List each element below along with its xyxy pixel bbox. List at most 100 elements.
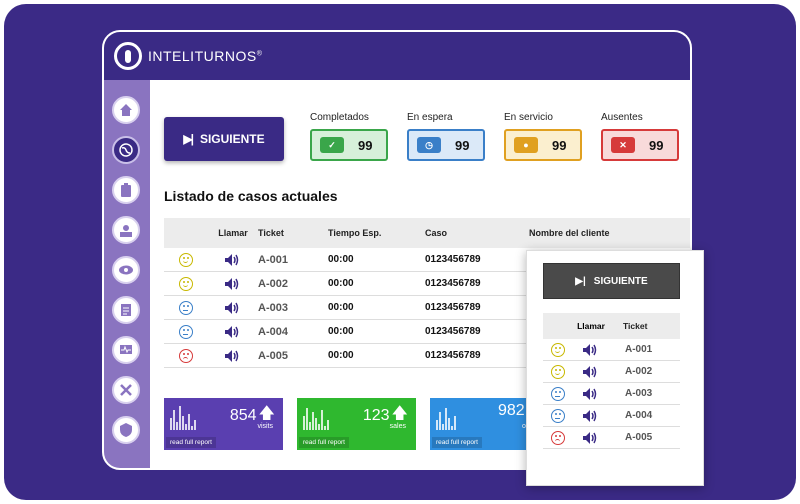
header-case: Caso	[425, 228, 448, 238]
sidebar-item-globe[interactable]	[112, 136, 140, 164]
call-button[interactable]	[573, 343, 609, 357]
sidebar-item-home[interactable]	[112, 96, 140, 124]
neutral-face-icon	[179, 324, 193, 339]
ticket-cell: A-005	[258, 349, 288, 362]
ticket-cell: A-002	[625, 366, 653, 377]
stat-value: 99	[649, 137, 664, 153]
stat-value: 99	[552, 137, 567, 153]
happy-face-icon	[551, 364, 565, 379]
speaker-icon[interactable]	[582, 409, 600, 423]
ticket-cell: A-001	[625, 344, 653, 355]
tools-icon	[120, 384, 132, 396]
skip-next-icon: ▶|	[575, 275, 586, 287]
overlay-table-row[interactable]: A-005	[543, 427, 680, 449]
call-button[interactable]	[573, 387, 609, 401]
read-report-link[interactable]: read full report	[432, 437, 482, 448]
card-value: 982	[498, 402, 525, 419]
call-button[interactable]	[208, 349, 258, 363]
speaker-icon[interactable]	[224, 301, 242, 315]
call-button[interactable]	[208, 325, 258, 339]
logo-icon	[114, 42, 142, 70]
stat-absent: Ausentes ✕ 99	[601, 112, 679, 161]
sad-face-icon	[551, 430, 565, 445]
stat-card-sales: 123 🡅 sales read full report	[297, 398, 416, 450]
bar-chart-icon	[436, 408, 456, 430]
eye-icon	[119, 265, 133, 275]
case-cell: 0123456789	[425, 278, 481, 289]
overlay-next-label: SIGUIENTE	[593, 275, 648, 287]
time-cell: 00:00	[328, 350, 354, 361]
ticket-cell: A-001	[258, 253, 288, 266]
overlay-table-row[interactable]: A-002	[543, 361, 680, 383]
mobile-panel: ▶| SIGUIENTE Llamar Ticket A-001 A-002 A-0…	[526, 250, 704, 486]
card-subtitle: visits	[257, 423, 273, 430]
happy-face-icon	[179, 276, 193, 291]
speaker-icon[interactable]	[582, 365, 600, 379]
ticket-cell: A-003	[258, 301, 288, 314]
home-icon	[120, 104, 132, 116]
overlay-table-row[interactable]: A-004	[543, 405, 680, 427]
stat-value: 99	[455, 137, 470, 153]
ticket-cell: A-004	[258, 325, 288, 338]
next-button[interactable]: ▶| SIGUIENTE	[164, 117, 284, 161]
overlay-table-row[interactable]: A-001	[543, 339, 680, 361]
call-button[interactable]	[573, 365, 609, 379]
case-cell: 0123456789	[425, 350, 481, 361]
overlay-table: Llamar Ticket A-001 A-002 A-003 A-004 A-005	[543, 313, 680, 449]
ticket-cell: A-002	[258, 277, 288, 290]
case-cell: 0123456789	[425, 254, 481, 265]
card-subtitle: sales	[389, 423, 406, 430]
speaker-icon[interactable]	[582, 431, 600, 445]
time-cell: 00:00	[328, 278, 354, 289]
header-name: Nombre del cliente	[529, 228, 610, 238]
sidebar-item-shield[interactable]	[112, 416, 140, 444]
clock-ticket-icon: ◷	[417, 137, 441, 153]
call-button[interactable]	[208, 277, 258, 291]
stat-label: Ausentes	[601, 112, 643, 123]
call-button[interactable]	[573, 431, 609, 445]
overlay-table-header: Llamar Ticket	[543, 313, 680, 339]
neutral-face-icon	[179, 300, 193, 315]
speaker-icon[interactable]	[224, 277, 242, 291]
call-button[interactable]	[208, 301, 258, 315]
neutral-face-icon	[551, 408, 565, 423]
stat-box: ● 99	[504, 129, 582, 161]
bar-chart-icon	[170, 406, 196, 430]
sidebar-item-tools[interactable]	[112, 376, 140, 404]
stat-in-service: En servicio ● 99	[504, 112, 582, 161]
call-button[interactable]	[573, 409, 609, 423]
speaker-icon[interactable]	[224, 325, 242, 339]
stat-box: ✕ 99	[601, 129, 679, 161]
sidebar-item-user-card[interactable]	[112, 216, 140, 244]
top-bar: INTELITURNOS®	[104, 32, 690, 80]
read-report-link[interactable]: read full report	[299, 437, 349, 448]
speaker-icon[interactable]	[224, 349, 242, 363]
overlay-header-ticket: Ticket	[623, 321, 648, 331]
call-button[interactable]	[208, 253, 258, 267]
ticket-cell: A-005	[625, 432, 653, 443]
document-icon	[121, 304, 131, 316]
overlay-table-row[interactable]: A-003	[543, 383, 680, 405]
stat-completed: Completados ✓ 99	[310, 112, 388, 161]
sidebar-item-monitor[interactable]	[112, 336, 140, 364]
stat-label: Completados	[310, 112, 369, 123]
speaker-icon[interactable]	[582, 387, 600, 401]
overlay-next-button[interactable]: ▶| SIGUIENTE	[543, 263, 680, 299]
neutral-face-icon	[551, 386, 565, 401]
sidebar-item-eye[interactable]	[112, 256, 140, 284]
table-header: Llamar Ticket Tiempo Esp. Caso Nombre de…	[164, 218, 690, 248]
stat-label: En servicio	[504, 112, 553, 123]
bar-chart-icon	[303, 408, 329, 430]
speaker-icon[interactable]	[224, 253, 242, 267]
ticket-cell: A-003	[625, 388, 653, 399]
time-cell: 00:00	[328, 254, 354, 265]
person-ticket-icon: ●	[514, 137, 538, 153]
header-ticket: Ticket	[258, 228, 284, 238]
sidebar-item-clipboard[interactable]	[112, 176, 140, 204]
speaker-icon[interactable]	[582, 343, 600, 357]
overlay-header-call: Llamar	[577, 321, 605, 331]
sidebar-item-document[interactable]	[112, 296, 140, 324]
read-report-link[interactable]: read full report	[166, 437, 216, 448]
happy-face-icon	[179, 252, 193, 267]
sidebar	[104, 80, 150, 468]
